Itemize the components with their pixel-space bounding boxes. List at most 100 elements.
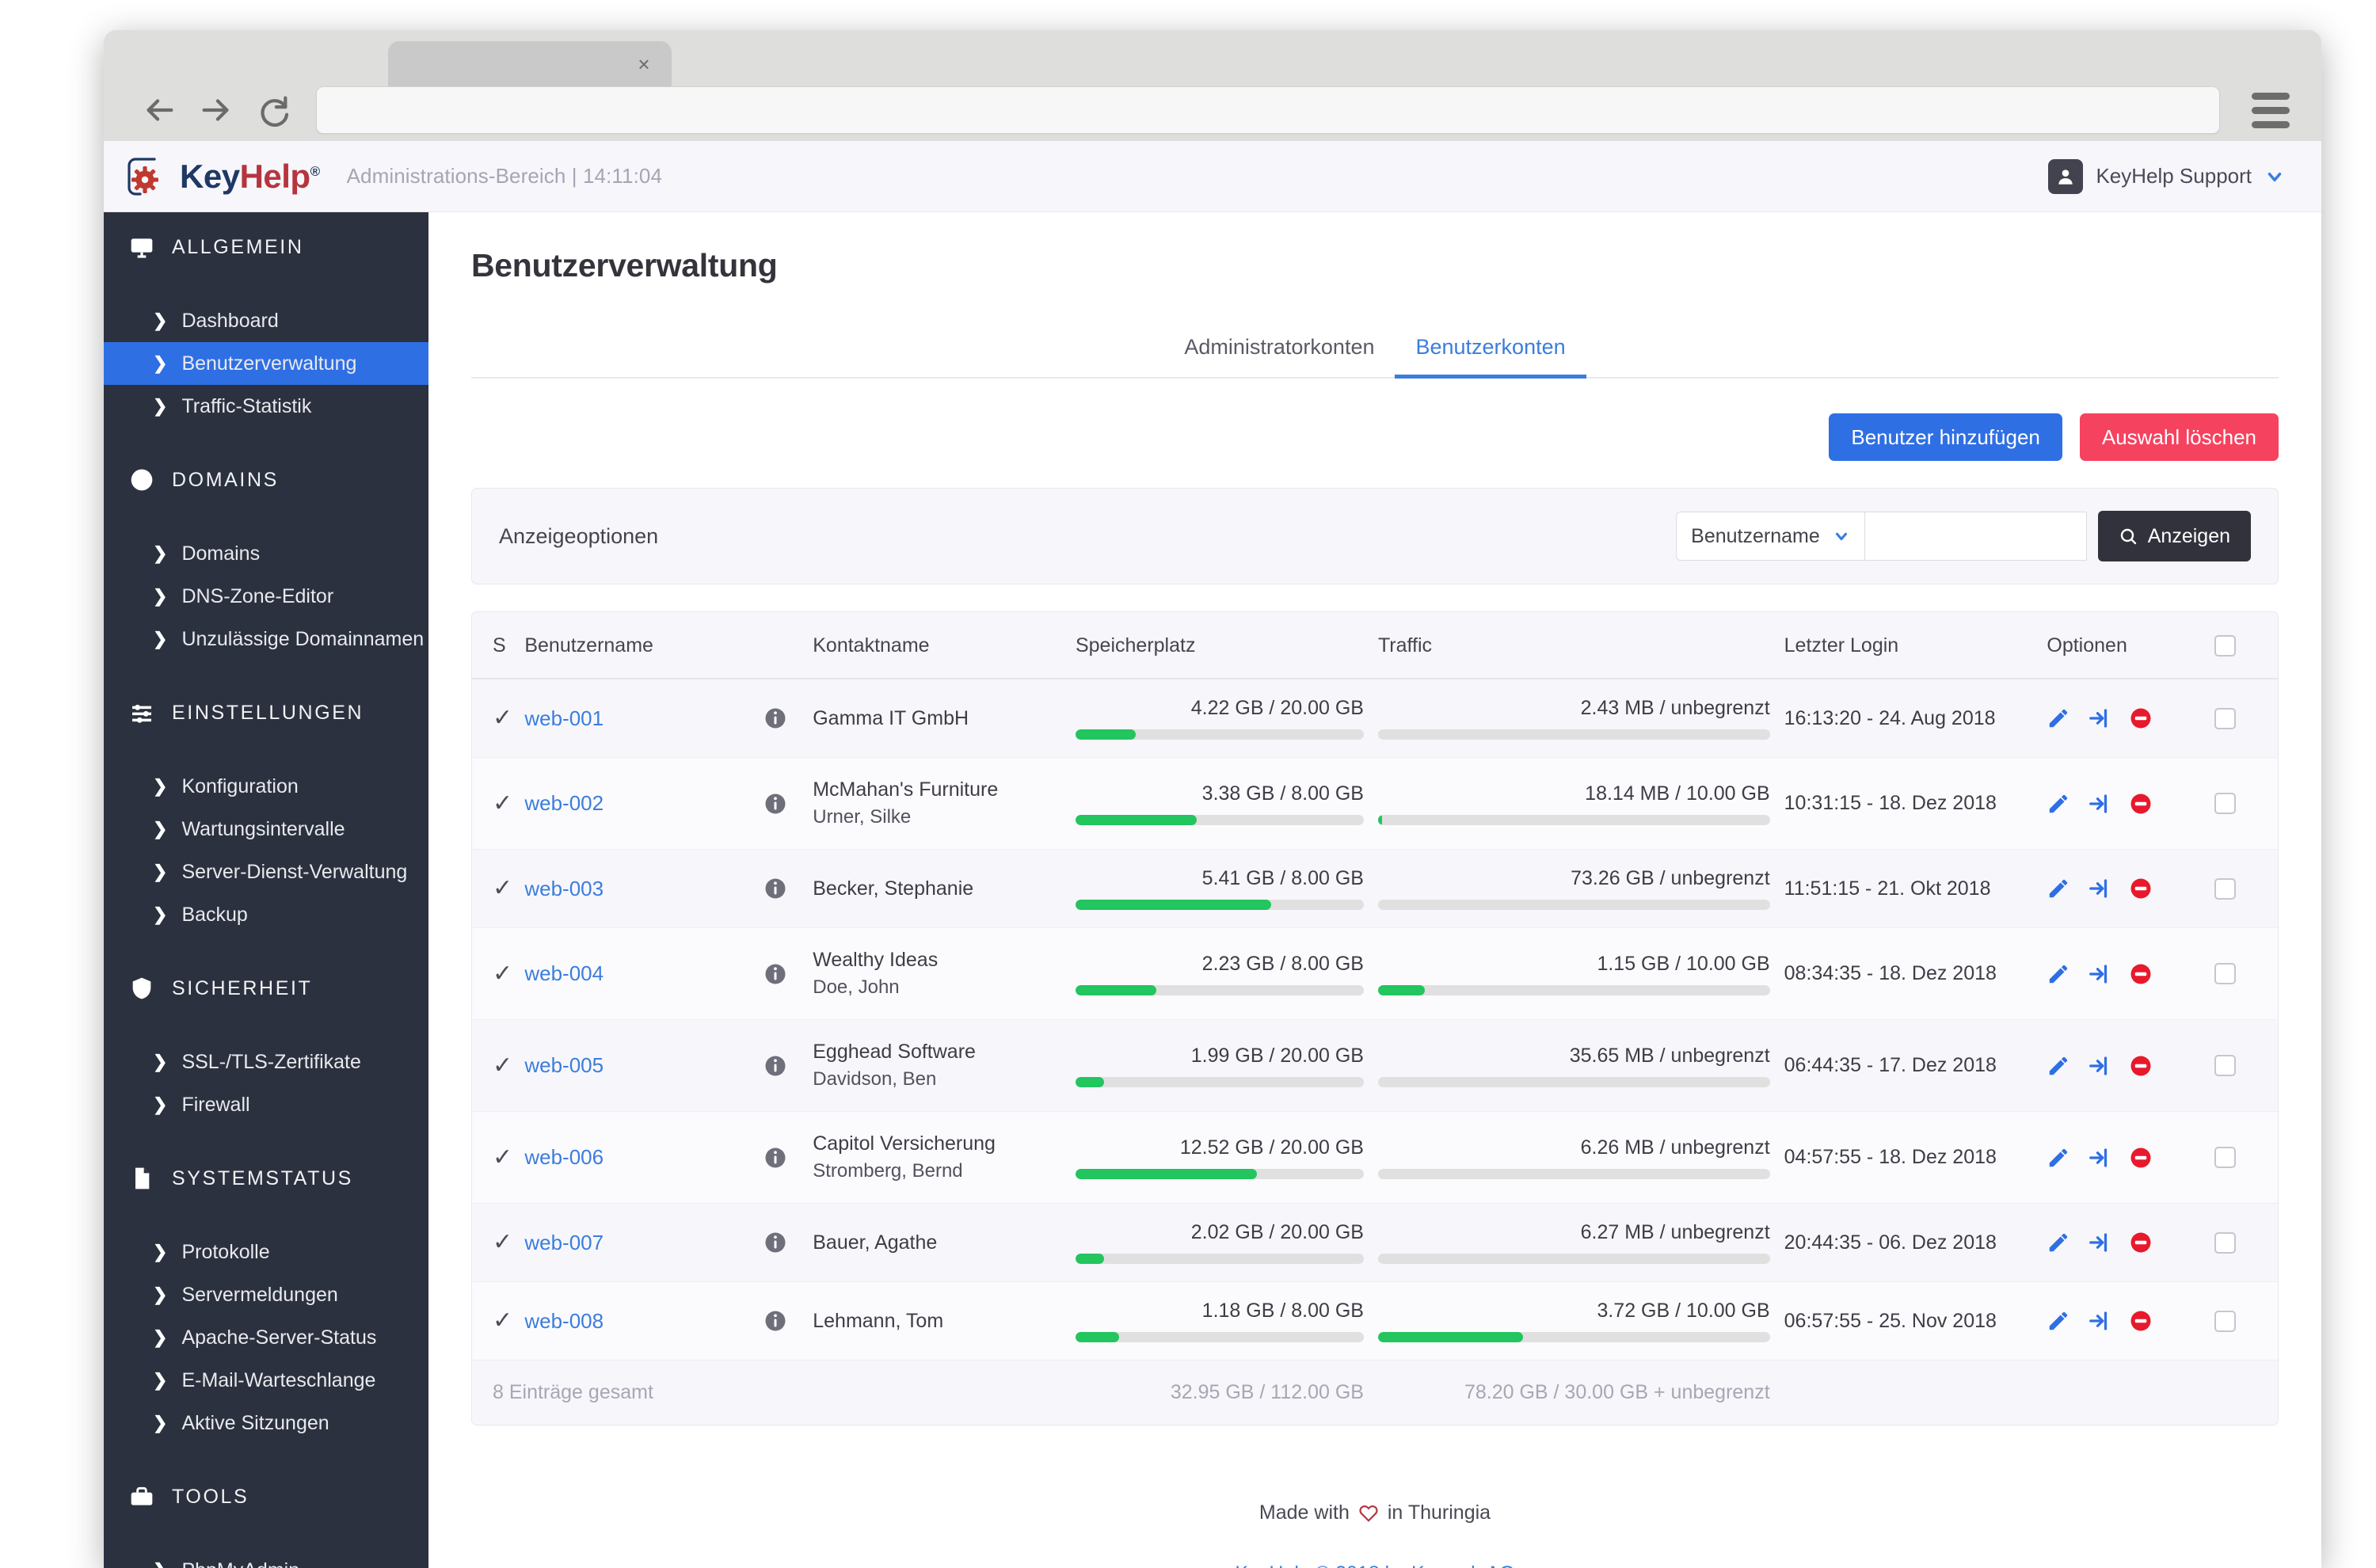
row-checkbox[interactable]: [2214, 1147, 2236, 1169]
close-icon[interactable]: ×: [634, 52, 654, 76]
username-link[interactable]: web-004: [524, 961, 604, 985]
username-link[interactable]: web-003: [524, 877, 604, 900]
sidebar-item-dashboard[interactable]: ❯ Dashboard: [104, 299, 428, 342]
reload-icon[interactable]: [245, 86, 302, 135]
pencil-icon[interactable]: [2047, 1054, 2070, 1078]
pencil-icon[interactable]: [2047, 877, 2070, 900]
cell-select[interactable]: [2214, 1111, 2278, 1205]
chevron-right-icon: ❯: [153, 353, 168, 373]
tab-benutzerkonten[interactable]: Benutzerkonten: [1395, 327, 1586, 379]
sidebar-item-wartungsintervalle[interactable]: ❯ Wartungsintervalle: [104, 808, 428, 851]
sidebar-item-traffic-statistik[interactable]: ❯ Traffic-Statistik: [104, 385, 428, 428]
pencil-icon[interactable]: [2047, 792, 2070, 816]
sidebar-item-konfiguration[interactable]: ❯ Konfiguration: [104, 765, 428, 808]
info-icon[interactable]: [763, 1146, 787, 1170]
filter-field-select[interactable]: Benutzername: [1676, 512, 1865, 561]
sidebar-item-phpmyadmin[interactable]: ❯ PhpMyAdmin: [104, 1549, 428, 1568]
sidebar-item-apache-server-status[interactable]: ❯ Apache-Server-Status: [104, 1316, 428, 1359]
cell-username: web-005: [524, 1019, 763, 1113]
table-body: ✓ web-001 Gamma IT GmbH 4.22 GB / 20.00 GB 2…: [472, 679, 2278, 1361]
row-checkbox[interactable]: [2214, 793, 2236, 815]
pencil-icon[interactable]: [2047, 962, 2070, 986]
sidebar-item-servermeldungen[interactable]: ❯ Servermeldungen: [104, 1273, 428, 1316]
cell-select[interactable]: [2214, 1019, 2278, 1113]
row-checkbox[interactable]: [2214, 1055, 2236, 1077]
cell-select[interactable]: [2214, 1281, 2278, 1361]
hamburger-menu-icon[interactable]: [2237, 86, 2304, 135]
sign-in-icon[interactable]: [2088, 1309, 2111, 1333]
info-icon[interactable]: [763, 1309, 787, 1333]
sign-in-icon[interactable]: [2088, 706, 2111, 730]
url-input[interactable]: [316, 86, 2220, 134]
arrow-right-icon[interactable]: [188, 86, 245, 135]
row-checkbox[interactable]: [2214, 707, 2236, 729]
chevron-down-icon[interactable]: [2264, 166, 2285, 187]
sidebar-item-aktive-sitzungen[interactable]: ❯ Aktive Sitzungen: [104, 1402, 428, 1444]
sign-in-icon[interactable]: [2088, 1231, 2111, 1254]
block-icon[interactable]: [2129, 1146, 2153, 1170]
pencil-icon[interactable]: [2047, 1309, 2070, 1333]
row-checkbox[interactable]: [2214, 1231, 2236, 1254]
sidebar-item-benutzerverwaltung[interactable]: ❯ Benutzerverwaltung: [104, 342, 428, 385]
contact-person: Doe, John: [813, 976, 900, 999]
sign-in-icon[interactable]: [2088, 962, 2111, 986]
delete-selection-button[interactable]: Auswahl löschen: [2079, 413, 2279, 461]
sidebar-item-server-dienst-verwaltung[interactable]: ❯ Server-Dienst-Verwaltung: [104, 851, 428, 893]
sign-in-icon[interactable]: [2088, 792, 2111, 816]
arrow-left-icon[interactable]: [131, 86, 188, 135]
block-icon[interactable]: [2129, 962, 2153, 986]
sign-in-icon[interactable]: [2088, 1054, 2111, 1078]
brand[interactable]: KeyHelp®: [104, 154, 320, 199]
username-link[interactable]: web-002: [524, 791, 604, 815]
sidebar-item-firewall[interactable]: ❯ Firewall: [104, 1083, 428, 1126]
info-icon[interactable]: [763, 1054, 787, 1078]
row-checkbox[interactable]: [2214, 877, 2236, 900]
show-button[interactable]: Anzeigen: [2097, 511, 2251, 561]
block-icon[interactable]: [2129, 706, 2153, 730]
info-icon[interactable]: [763, 1231, 787, 1254]
sidebar-item-protokolle[interactable]: ❯ Protokolle: [104, 1231, 428, 1273]
username-link[interactable]: web-001: [524, 706, 604, 730]
block-icon[interactable]: [2129, 1309, 2153, 1333]
info-icon[interactable]: [763, 706, 787, 730]
sidebar-item-e-mail-warteschlange[interactable]: ❯ E-Mail-Warteschlange: [104, 1359, 428, 1402]
sign-in-icon[interactable]: [2088, 877, 2111, 900]
username-link[interactable]: web-006: [524, 1145, 604, 1169]
sidebar-item-backup[interactable]: ❯ Backup: [104, 893, 428, 936]
pencil-icon[interactable]: [2047, 706, 2070, 730]
block-icon[interactable]: [2129, 877, 2153, 900]
info-icon[interactable]: [763, 792, 787, 816]
traffic-meter: [1377, 729, 1770, 740]
username-link[interactable]: web-008: [524, 1309, 604, 1333]
username-link[interactable]: web-005: [524, 1053, 604, 1077]
pencil-icon[interactable]: [2047, 1146, 2070, 1170]
cell-select[interactable]: [2214, 679, 2278, 758]
cell-select[interactable]: [2214, 1203, 2278, 1283]
add-user-button[interactable]: Benutzer hinzufügen: [1829, 413, 2062, 461]
user-menu[interactable]: KeyHelp Support: [2048, 158, 2285, 194]
sign-in-icon[interactable]: [2088, 1146, 2111, 1170]
info-icon[interactable]: [763, 877, 787, 900]
block-icon[interactable]: [2129, 1231, 2153, 1254]
sidebar-item-domains[interactable]: ❯ Domains: [104, 532, 428, 575]
footer-empty: [1784, 1360, 2278, 1425]
cell-select[interactable]: [2214, 927, 2278, 1021]
info-icon[interactable]: [763, 962, 787, 986]
sidebar-item-ssl-tls-zertifikate[interactable]: ❯ SSL-/TLS-Zertifikate: [104, 1041, 428, 1083]
block-icon[interactable]: [2129, 792, 2153, 816]
tab-administratorkonten[interactable]: Administratorkonten: [1163, 327, 1395, 377]
sidebar-item-dns-zone-editor[interactable]: ❯ DNS-Zone-Editor: [104, 575, 428, 618]
filter-search-input[interactable]: [1864, 512, 2087, 561]
username-link[interactable]: web-007: [524, 1231, 604, 1254]
row-checkbox[interactable]: [2214, 963, 2236, 985]
sidebar-item-unzul-ssige-domainnamen[interactable]: ❯ Unzulässige Domainnamen: [104, 618, 428, 660]
select-all-checkbox[interactable]: [2214, 635, 2236, 657]
th-select-all[interactable]: [2214, 612, 2278, 679]
block-icon[interactable]: [2129, 1054, 2153, 1078]
cell-select[interactable]: [2214, 849, 2278, 929]
pencil-icon[interactable]: [2047, 1231, 2070, 1254]
cell-select[interactable]: [2214, 757, 2278, 851]
copyright-link[interactable]: KeyHelp © 2018 by Keyweb AG: [471, 1562, 2279, 1568]
row-checkbox[interactable]: [2214, 1310, 2236, 1332]
